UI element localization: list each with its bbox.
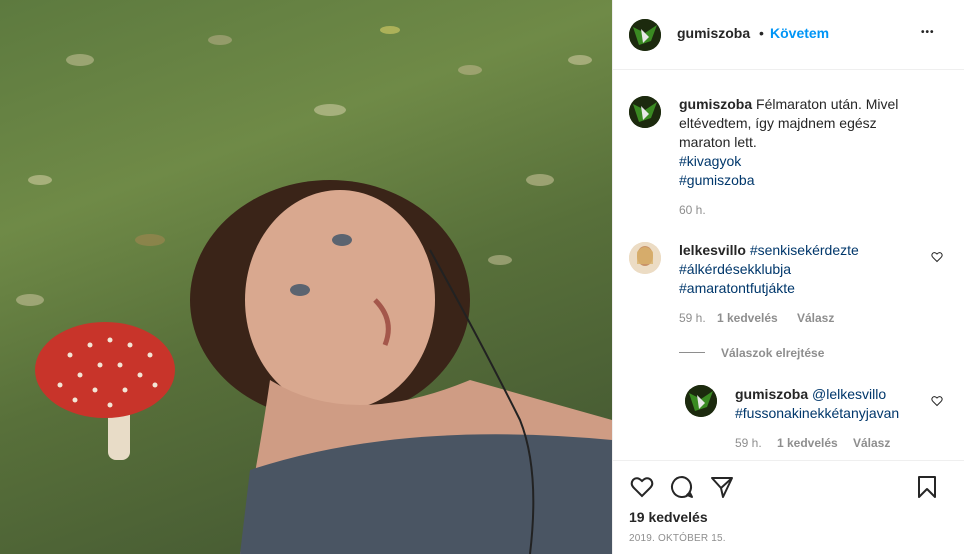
comment-icon[interactable] [669, 475, 695, 499]
hashtag-link[interactable]: #álkérdésekklubja [679, 261, 791, 277]
reply-time[interactable]: 59 h. [735, 436, 762, 450]
like-comment-heart-icon[interactable] [931, 251, 943, 263]
comment-likes[interactable]: 1 kedvelés [717, 311, 778, 325]
reply-button[interactable]: Válasz [797, 311, 834, 325]
commenter-avatar[interactable] [629, 242, 661, 274]
author-avatar[interactable] [629, 19, 661, 51]
reply-avatar[interactable] [685, 385, 717, 417]
post-sidebar: gumiszoba • Követem ••• gumiszoba Félmar… [612, 0, 964, 554]
post-header: gumiszoba • Követem ••• [613, 0, 964, 70]
post-view: gumiszoba • Követem ••• gumiszoba Félmar… [0, 0, 964, 554]
post-date[interactable]: 2019. OKTÓBER 15. [629, 533, 726, 544]
photo-illustration [16, 26, 612, 554]
mention-link[interactable]: @lelkesvillo [812, 386, 886, 402]
bookmark-icon[interactable] [915, 474, 939, 500]
hashtag-link[interactable]: #kivagyok [679, 153, 741, 169]
likes-count[interactable]: 19 kedvelés [629, 509, 708, 525]
comment-author[interactable]: lelkesvillo [679, 242, 746, 258]
follow-button[interactable]: Követem [770, 25, 829, 41]
caption-author[interactable]: gumiszoba [679, 96, 752, 112]
hashtag-link[interactable]: #amaratontfutjákte [679, 280, 795, 296]
comment-text: lelkesvillo #senkisekérdezte #álkérdések… [679, 241, 929, 298]
caption-line-1: Félmaraton után. Mivel [756, 96, 899, 112]
reply-reply-button[interactable]: Válasz [853, 436, 890, 450]
caption-avatar[interactable] [629, 96, 661, 128]
follow-separator: • [759, 25, 764, 41]
post-photo[interactable] [0, 0, 612, 554]
caption-line-2: eltévedtem, így majdnem egész [679, 115, 877, 131]
reply-author[interactable]: gumiszoba [735, 386, 808, 402]
more-icon[interactable]: ••• [921, 27, 935, 38]
share-icon[interactable] [709, 475, 735, 499]
caption-time[interactable]: 60 h. [679, 203, 706, 217]
avatar-icon [629, 19, 661, 51]
hashtag-link[interactable]: #gumiszoba [679, 172, 755, 188]
reply-likes[interactable]: 1 kedvelés [777, 436, 838, 450]
avatar-icon [629, 96, 661, 128]
avatar-icon [629, 242, 661, 274]
avatar-icon [685, 385, 717, 417]
author-username[interactable]: gumiszoba [677, 25, 750, 41]
like-reply-heart-icon[interactable] [931, 395, 943, 407]
caption-text: gumiszoba Félmaraton után. Mivel eltéved… [679, 95, 949, 190]
caption-line-3: maraton lett. [679, 134, 757, 150]
reply-text: gumiszoba @lelkesvillo #fussonakinekkéta… [735, 385, 935, 423]
hashtag-link[interactable]: #fussonakinekkétanyjavan [735, 405, 899, 421]
hashtag-link[interactable]: #senkisekérdezte [750, 242, 859, 258]
replies-divider [679, 352, 705, 353]
comment-time[interactable]: 59 h. [679, 311, 706, 325]
post-actions: 19 kedvelés 2019. OKTÓBER 15. [613, 460, 964, 554]
hide-replies-button[interactable]: Válaszok elrejtése [721, 346, 824, 360]
heart-icon[interactable] [629, 475, 655, 499]
